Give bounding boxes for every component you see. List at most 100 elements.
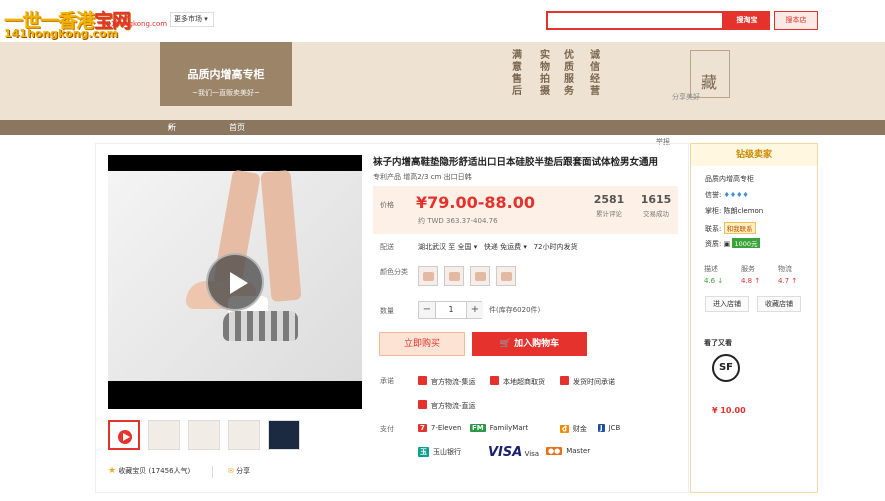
delivery-to-dropdown[interactable]: 全国 ▾ <box>457 243 477 251</box>
product-video[interactable] <box>108 155 362 409</box>
seller-qualification: 资质: ▣ 1000元 <box>705 238 760 249</box>
search-shop-button[interactable]: 搜本店 <box>774 11 818 30</box>
qty-minus-button[interactable]: − <box>419 302 435 318</box>
payment-text: Visa <box>524 450 540 458</box>
contact-label: 联系: <box>705 225 722 233</box>
deposit-badge[interactable]: 1000元 <box>732 238 760 248</box>
star-icon: ★ <box>108 466 117 476</box>
color-swatch[interactable] <box>470 266 490 286</box>
nav-home[interactable]: 首页 <box>229 120 245 135</box>
esun-bank-icon: 玉 <box>418 447 429 457</box>
payment-text: 玉山银行 <box>433 448 461 456</box>
rating-label: 服务 <box>741 265 755 273</box>
shop-title: 品质内增高专柜 <box>187 68 265 81</box>
rating-label: 物流 <box>778 265 792 273</box>
qty-plus-button[interactable]: + <box>467 302 483 318</box>
jcb-icon: J <box>598 424 605 432</box>
arrow-up-icon: ↑ <box>791 277 798 285</box>
familymart-icon: FM <box>470 424 486 432</box>
thumbnail-image[interactable] <box>148 420 180 450</box>
collect-shop-button[interactable]: 收藏店铺 <box>757 296 801 312</box>
color-swatch[interactable] <box>418 266 438 286</box>
contact-button[interactable]: 和我联系 <box>723 222 756 234</box>
qual-label: 资质: <box>705 240 722 248</box>
share-button[interactable]: ✉ 分享 <box>228 466 250 476</box>
search-taobao-button[interactable]: 搜淘宝 <box>724 11 770 30</box>
market-dropdown[interactable]: 更多市场 ▾ <box>170 12 214 27</box>
seller-shop-name[interactable]: 品质内增高专柜 <box>705 174 754 184</box>
payment-visa: VISA Visa <box>488 445 539 460</box>
share-label[interactable]: 分享美好 <box>672 92 700 102</box>
play-icon[interactable] <box>206 253 264 311</box>
payment-jcb: J JCB <box>598 424 620 432</box>
thumbnail-image[interactable] <box>188 420 220 450</box>
thumbnail-strip <box>108 420 308 452</box>
promise-text: 官方物流-集运 <box>431 378 476 386</box>
rating-desc: 描述 4.6 ↓ <box>704 264 723 285</box>
payment-label: 支付 <box>380 425 394 433</box>
qty-input[interactable]: 1 <box>435 302 467 318</box>
logistics-icon <box>418 376 427 385</box>
delivery-method: 快递 免运费 <box>483 243 522 251</box>
price-twd: 约 TWD 363.37-404.76 <box>418 217 498 225</box>
collect-shop-badge[interactable]: 藏 <box>690 50 730 98</box>
sales-stat: 1615 交易成功 <box>638 193 674 218</box>
payment-text: 7-Eleven <box>430 424 462 432</box>
shop-name-card[interactable]: 品质内增高专柜 ~我们一直贩卖美好~ <box>160 42 292 106</box>
search-input[interactable] <box>546 11 724 30</box>
slogan-item: 满意售后 <box>512 50 522 97</box>
promise-text: 官方物流-直运 <box>431 402 476 410</box>
seller-contact: 联系: 和我联系 <box>705 222 756 234</box>
also-viewed-price[interactable]: ¥ 10.00 <box>712 406 746 415</box>
payment-text: 财金 <box>572 425 587 433</box>
seven-eleven-icon: 7 <box>418 424 427 432</box>
add-to-cart-label: 加入购物车 <box>514 339 560 349</box>
rating-value: 4.8 ↑ <box>741 277 760 285</box>
reviews-count: 2581 <box>593 193 625 206</box>
video-sock <box>223 311 298 341</box>
chevron-down-icon: ▾ <box>168 123 173 132</box>
promise-text: 本地超商取货 <box>503 378 545 386</box>
enter-shop-button[interactable]: 进入店铺 <box>705 296 749 312</box>
visa-icon: VISA <box>488 445 523 460</box>
add-to-cart-button[interactable]: 🛒 加入购物车 <box>472 332 587 356</box>
rating-service: 服务 4.8 ↑ <box>741 264 760 285</box>
quantity-stepper: − 1 + <box>418 301 483 319</box>
rating-label: 描述 <box>704 265 718 273</box>
color-swatch[interactable] <box>444 266 464 286</box>
rating-number: 4.6 <box>704 277 716 285</box>
diamond-icon: ♦♦♦♦ <box>723 191 749 199</box>
favorite-button[interactable]: ★ 收藏宝贝 (17456人气) <box>108 466 190 476</box>
promise-item[interactable]: 官方物流-集运 <box>418 376 476 387</box>
shop-nav: 所有分类 ▾ 首页 <box>0 120 885 177</box>
logo-domain-small: 141hongkong.com <box>102 20 168 28</box>
owner-name[interactable]: 陈朗clemon <box>724 207 764 215</box>
sf-express-logo[interactable]: SF <box>712 354 740 382</box>
thumbnail-image[interactable] <box>268 420 300 450</box>
cart-icon: 🛒 <box>499 339 512 349</box>
promise-item[interactable]: 本地超商取货 <box>490 376 545 387</box>
thumbnail-image[interactable] <box>228 420 260 450</box>
collect-char: 藏 <box>701 73 718 92</box>
rating-number: 4.7 <box>778 277 790 285</box>
delivery-method-dropdown[interactable]: 快递 免运费 ▾ <box>484 243 527 251</box>
site-logo[interactable]: 一世一香港宝网 141hongkong.com 141hongkong.com <box>4 6 168 40</box>
chevron-down-icon: ▾ <box>204 15 208 23</box>
payment-master: ●● Master <box>546 447 590 455</box>
share-label: 分享 <box>236 467 251 475</box>
slogan-item: 优质服务 <box>564 50 574 97</box>
promise-item[interactable]: 发货时间承诺 <box>560 376 615 387</box>
buy-now-button[interactable]: 立即购买 <box>379 332 465 356</box>
logistics-icon <box>418 400 427 409</box>
thumbnail-video[interactable] <box>108 420 140 450</box>
video-leg <box>260 169 302 303</box>
color-swatch[interactable] <box>496 266 516 286</box>
top-bar: 一世一香港宝网 141hongkong.com 141hongkong.com … <box>0 0 885 42</box>
delivery-to: 全国 <box>457 243 472 251</box>
promise-item[interactable]: 官方物流-直运 <box>418 400 476 411</box>
seller-sidebar: 钻级卖家 品质内增高专柜 信誉: ♦♦♦♦ 掌柜: 陈朗clemon 联系: 和… <box>690 143 818 493</box>
reviews-stat[interactable]: 2581 累计评论 <box>591 193 627 218</box>
shop-slogans: 满意售后 实物拍摄 优质服务 诚信经营 <box>512 50 612 110</box>
payment-text: JCB <box>608 424 621 432</box>
product-subtitle: 专利产品 增高2/3 cm 出口日韩 <box>373 173 472 181</box>
